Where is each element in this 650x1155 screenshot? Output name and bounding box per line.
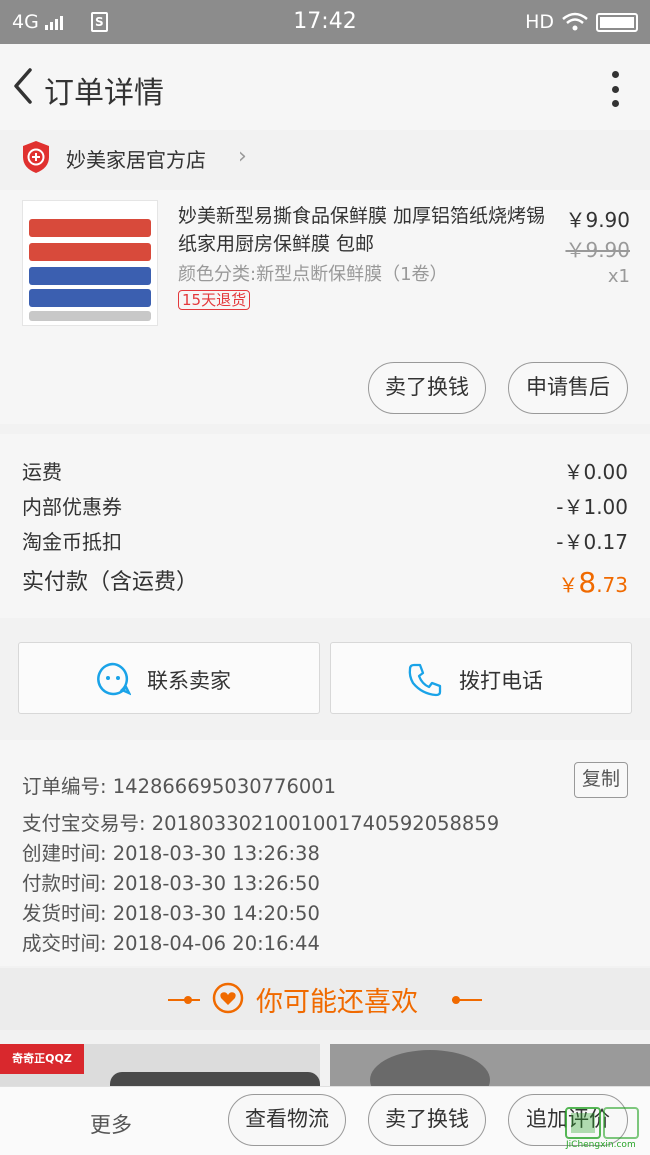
- phone-icon: [408, 663, 442, 697]
- recommend-grid: 奇奇正QQZ: [0, 1030, 650, 1090]
- alipay-trade-number: 支付宝交易号: 2018033021001001740592058859: [22, 812, 500, 835]
- nav-bar: 订单详情: [0, 44, 650, 130]
- status-right: HD: [525, 11, 638, 33]
- site-watermark: JiChengxin.com: [540, 1104, 644, 1152]
- total-decimal: .73: [596, 573, 628, 597]
- product-image: [370, 1050, 490, 1090]
- product-title: 妙美新型易撕食品保鲜膜 加厚铝箔纸烧烤锡纸家用厨房保鲜膜 包邮: [178, 205, 546, 255]
- shop-name: 妙美家居官方店: [66, 148, 206, 172]
- fee-row-coupon: 内部优惠券 -￥1.00: [22, 491, 628, 520]
- thumb-roll-2: [29, 243, 151, 261]
- product-price: ￥9.90: [565, 208, 630, 232]
- recommend-item[interactable]: 奇奇正QQZ: [0, 1044, 320, 1090]
- divider-right: [452, 999, 482, 1001]
- status-bar: 4G S 17:42 HD: [0, 0, 650, 44]
- product-quantity: x1: [607, 266, 630, 287]
- fee-row-shipping: 运费 ￥0.00: [22, 456, 628, 485]
- product-attributes: 颜色分类:新型点断保鲜膜（1卷）: [178, 264, 448, 285]
- created-time: 创建时间: 2018-03-30 13:26:38: [22, 842, 320, 865]
- contact-bar: 联系卖家 拨打电话: [0, 632, 650, 726]
- recommend-title: 你可能还喜欢: [256, 987, 418, 1018]
- fee-label: 运费: [22, 460, 62, 484]
- fee-summary: 运费 ￥0.00 内部优惠券 -￥1.00 淘金币抵扣 -￥0.17 实付款（含…: [0, 434, 650, 618]
- call-phone-label: 拨打电话: [459, 669, 543, 693]
- total-currency: ￥: [558, 573, 579, 597]
- recommend-item[interactable]: [330, 1044, 650, 1090]
- thumb-roll-5: [29, 311, 151, 321]
- more-button[interactable]: 更多: [90, 1109, 132, 1139]
- product-original-price: ￥9.90: [565, 238, 630, 262]
- total-value: ￥8.73: [558, 566, 628, 599]
- order-number: 订单编号: 142866695030776001: [22, 775, 337, 798]
- order-info: 订单编号: 142866695030776001 复制 支付宝交易号: 2018…: [0, 740, 650, 966]
- fee-value: -￥0.17: [556, 530, 628, 554]
- battery-icon: [596, 12, 638, 32]
- shipped-time: 发货时间: 2018-03-30 14:20:50: [22, 902, 320, 925]
- fee-value: ￥0.00: [563, 460, 628, 484]
- shop-badge-icon: [23, 141, 49, 173]
- apply-after-sales-button[interactable]: 申请售后: [508, 362, 628, 414]
- view-logistics-button[interactable]: 查看物流: [228, 1094, 346, 1146]
- hd-label: HD: [525, 11, 554, 33]
- fee-label: 淘金币抵扣: [22, 530, 122, 554]
- return-policy-badge: 15天退货: [178, 290, 251, 310]
- watermark-logo-icon: [565, 1107, 639, 1139]
- back-arrow-icon[interactable]: [8, 66, 38, 106]
- thumb-roll-4: [29, 289, 151, 307]
- fee-row-total: 实付款（含运费） ￥8.73: [22, 564, 628, 599]
- sell-for-cash-bottom-button[interactable]: 卖了换钱: [368, 1094, 486, 1146]
- chevron-right-icon: ›: [238, 144, 247, 169]
- copy-button[interactable]: 复制: [574, 762, 628, 798]
- shop-row[interactable]: 妙美家居官方店 ›: [0, 130, 650, 190]
- call-phone-button[interactable]: 拨打电话: [330, 642, 632, 714]
- completed-time: 成交时间: 2018-04-06 20:16:44: [22, 932, 320, 955]
- total-label: 实付款（含运费）: [22, 570, 199, 595]
- fee-label: 内部优惠券: [22, 495, 122, 519]
- sell-for-cash-button[interactable]: 卖了换钱: [368, 362, 486, 414]
- recommend-header: 你可能还喜欢: [0, 968, 650, 1030]
- contact-seller-label: 联系卖家: [147, 669, 231, 693]
- paid-time: 付款时间: 2018-03-30 13:26:50: [22, 872, 320, 895]
- chat-bubble-icon: [97, 662, 131, 696]
- divider-dot-left: [184, 996, 192, 1004]
- fee-row-coin-deduction: 淘金币抵扣 -￥0.17: [22, 526, 628, 555]
- watermark-text: JiChengxin.com: [566, 1140, 636, 1150]
- product-thumbnail: [22, 200, 158, 326]
- product-card[interactable]: 妙美新型易撕食品保鲜膜 加厚铝箔纸烧烤锡纸家用厨房保鲜膜 包邮 颜色分类:新型点…: [0, 190, 650, 424]
- contact-seller-button[interactable]: 联系卖家: [18, 642, 320, 714]
- total-integer: 8: [578, 566, 597, 599]
- heart-icon: [212, 982, 244, 1014]
- more-menu-icon[interactable]: [610, 71, 620, 107]
- page-title: 订单详情: [44, 76, 164, 111]
- thumb-roll-1: [29, 219, 151, 237]
- wifi-icon: [562, 12, 588, 31]
- brand-badge: 奇奇正QQZ: [0, 1044, 84, 1074]
- fee-value: -￥1.00: [556, 495, 628, 519]
- thumb-roll-3: [29, 267, 151, 285]
